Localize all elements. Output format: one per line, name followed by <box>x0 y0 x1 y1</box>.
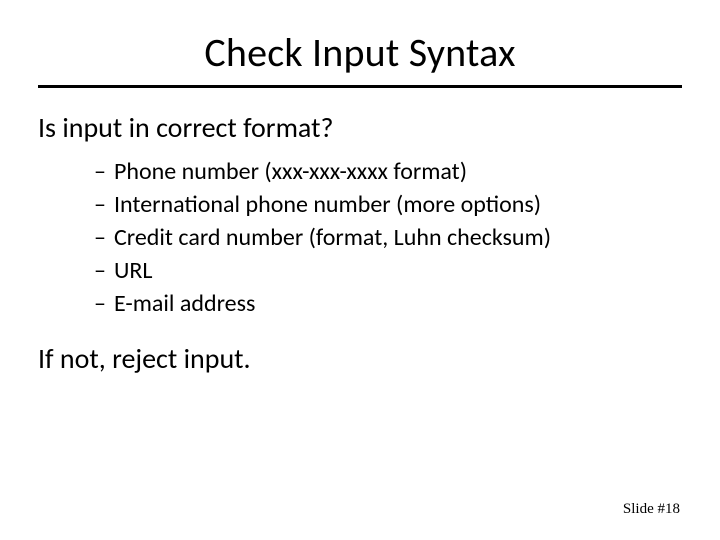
list-item: E-mail address <box>94 287 682 320</box>
list-item: URL <box>94 254 682 287</box>
list-item: Phone number (xxx-xxx-xxxx format) <box>94 155 682 188</box>
bullet-list: Phone number (xxx-xxx-xxxx format) Inter… <box>94 155 682 321</box>
slide-title: Check Input Syntax <box>38 28 682 77</box>
question-text: Is input in correct format? <box>38 110 682 145</box>
list-item: International phone number (more options… <box>94 188 682 221</box>
slide-number: Slide #18 <box>623 501 680 518</box>
title-divider <box>38 85 682 88</box>
list-item: Credit card number (format, Luhn checksu… <box>94 221 682 254</box>
closing-text: If not, reject input. <box>38 341 682 376</box>
